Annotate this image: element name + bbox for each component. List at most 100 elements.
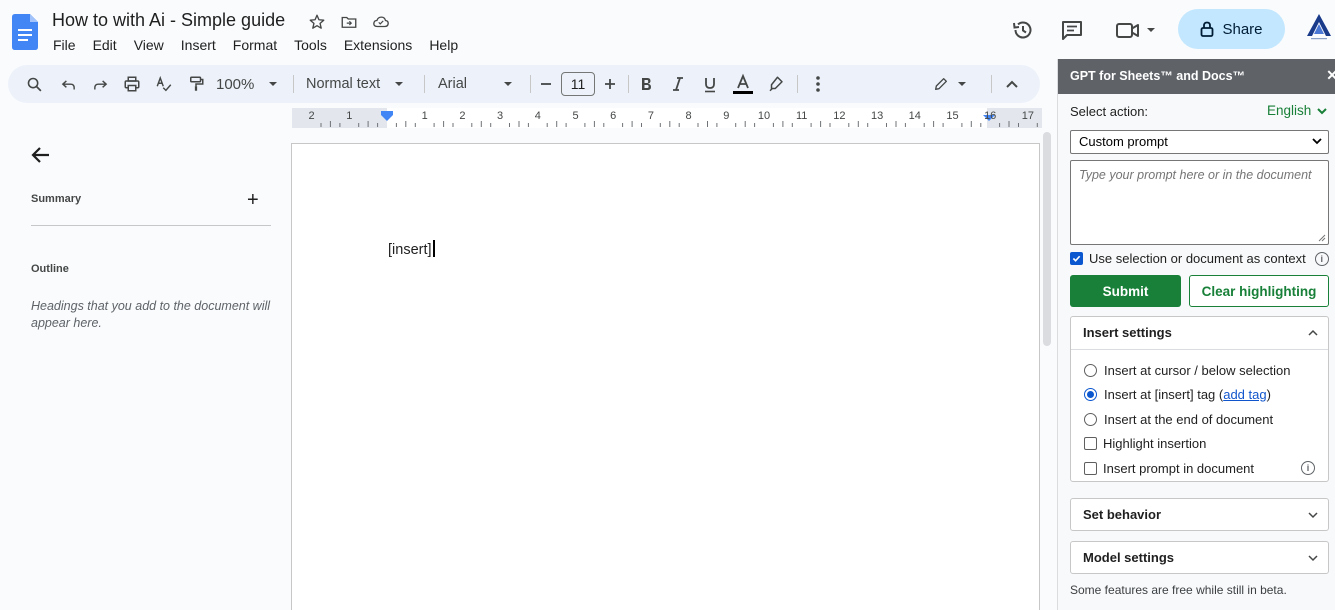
collapse-menus-icon[interactable] bbox=[1002, 65, 1022, 103]
option-highlight-insertion[interactable]: Highlight insertion bbox=[1071, 432, 1328, 457]
sidebar-header: GPT for Sheets™ and Docs™ ✕ bbox=[1058, 59, 1335, 94]
cloud-status-icon[interactable] bbox=[370, 11, 392, 33]
set-behavior-panel[interactable]: Set behavior bbox=[1070, 498, 1329, 531]
ruler-label: 13 bbox=[870, 110, 884, 122]
insert-settings-header[interactable]: Insert settings bbox=[1071, 317, 1328, 349]
formatting-toolbar: 100% Normal text Arial 11 bbox=[8, 65, 1040, 103]
document-canvas: [insert] bbox=[291, 128, 1042, 610]
gpt-addon-sidebar: GPT for Sheets™ and Docs™ ✕ Select actio… bbox=[1057, 59, 1335, 610]
document-page[interactable]: [insert] bbox=[291, 143, 1040, 610]
menu-tools[interactable]: Tools bbox=[294, 37, 327, 53]
submit-button[interactable]: Submit bbox=[1070, 275, 1181, 307]
checkbox[interactable] bbox=[1084, 437, 1097, 451]
title-bar: How to with Ai - Simple guide File Edit … bbox=[0, 0, 1057, 62]
menu-bar: File Edit View Insert Format Tools Exten… bbox=[53, 37, 475, 53]
menu-view[interactable]: View bbox=[134, 37, 164, 53]
sidebar-title: GPT for Sheets™ and Docs™ bbox=[1070, 69, 1246, 83]
model-settings-header[interactable]: Model settings bbox=[1071, 542, 1328, 574]
back-arrow-icon[interactable] bbox=[29, 144, 53, 166]
horizontal-ruler[interactable]: 2 1 1 2 3 4 5 6 7 8 9 10 11 12 13 14 15 16 17 bbox=[292, 108, 1042, 128]
undo-icon[interactable] bbox=[56, 65, 80, 103]
menu-edit[interactable]: Edit bbox=[93, 37, 117, 53]
outline-heading: Outline bbox=[31, 263, 69, 275]
move-folder-icon[interactable] bbox=[338, 11, 360, 33]
ruler-label: 11 bbox=[795, 110, 808, 122]
ruler-label: 9 bbox=[723, 110, 730, 122]
font-family-select[interactable]: Arial bbox=[438, 65, 522, 103]
spellcheck-icon[interactable] bbox=[152, 65, 176, 103]
insert-settings-title: Insert settings bbox=[1083, 325, 1172, 340]
menu-format[interactable]: Format bbox=[233, 37, 277, 53]
close-icon[interactable]: ✕ bbox=[1326, 67, 1335, 84]
print-icon[interactable] bbox=[120, 65, 144, 103]
version-history-icon[interactable] bbox=[1010, 17, 1036, 43]
docs-logo-icon[interactable] bbox=[12, 14, 38, 50]
add-tag-link[interactable]: add tag bbox=[1223, 387, 1266, 402]
comments-icon[interactable] bbox=[1059, 17, 1085, 43]
prompt-textarea[interactable]: Type your prompt here or in the document bbox=[1070, 160, 1329, 245]
resize-grip-icon[interactable] bbox=[1318, 234, 1326, 242]
ruler-label: 8 bbox=[685, 110, 692, 122]
decrease-font-size-icon[interactable] bbox=[536, 65, 556, 103]
radio-button-selected[interactable] bbox=[1084, 388, 1097, 402]
add-summary-plus-icon[interactable]: + bbox=[247, 190, 259, 210]
document-title[interactable]: How to with Ai - Simple guide bbox=[52, 10, 285, 31]
font-size-input[interactable]: 11 bbox=[561, 72, 595, 96]
increase-font-size-icon[interactable] bbox=[600, 65, 620, 103]
ruler-label: 2 bbox=[308, 110, 315, 122]
search-menus-icon[interactable] bbox=[22, 65, 46, 103]
prompt-placeholder: Type your prompt here or in the document bbox=[1079, 168, 1312, 182]
share-label: Share bbox=[1222, 20, 1263, 38]
meet-video-icon[interactable] bbox=[1113, 17, 1159, 43]
clear-highlighting-button[interactable]: Clear highlighting bbox=[1189, 275, 1329, 307]
more-options-icon[interactable] bbox=[808, 65, 828, 103]
ruler-label: 14 bbox=[908, 110, 921, 122]
action-select-value: Custom prompt bbox=[1079, 134, 1168, 149]
set-behavior-header[interactable]: Set behavior bbox=[1071, 499, 1328, 531]
menu-extensions[interactable]: Extensions bbox=[344, 37, 412, 53]
chevron-down-icon bbox=[1308, 555, 1318, 562]
chevron-up-icon bbox=[1308, 329, 1318, 336]
option-insert-prompt[interactable]: Insert prompt in document i bbox=[1071, 456, 1328, 481]
text-color-icon[interactable] bbox=[731, 65, 755, 103]
italic-icon[interactable] bbox=[667, 65, 689, 103]
menu-help[interactable]: Help bbox=[429, 37, 458, 53]
option-insert-at-tag[interactable]: Insert at [insert] tag (add tag) bbox=[1071, 383, 1328, 408]
ruler-label: 17 bbox=[1021, 110, 1035, 122]
lock-icon bbox=[1201, 21, 1214, 37]
redo-icon[interactable] bbox=[88, 65, 112, 103]
menu-insert[interactable]: Insert bbox=[181, 37, 216, 53]
checkbox[interactable] bbox=[1084, 461, 1097, 475]
toolbar-divider bbox=[293, 75, 294, 93]
share-button[interactable]: Share bbox=[1178, 9, 1285, 49]
chevron-down-icon bbox=[958, 82, 966, 86]
info-icon[interactable]: i bbox=[1314, 251, 1329, 266]
highlight-color-icon[interactable] bbox=[764, 65, 788, 103]
info-icon[interactable]: i bbox=[1301, 461, 1315, 475]
context-checkbox-row: Use selection or document as context i bbox=[1070, 251, 1329, 266]
star-icon[interactable] bbox=[306, 11, 328, 33]
chevron-down-icon bbox=[269, 82, 278, 86]
radio-button[interactable] bbox=[1084, 363, 1097, 377]
action-select[interactable]: Custom prompt bbox=[1070, 130, 1329, 154]
insert-tag-text: [insert] bbox=[388, 242, 432, 258]
account-logo-icon[interactable] bbox=[1305, 12, 1333, 42]
underline-icon[interactable] bbox=[699, 65, 721, 103]
paint-format-icon[interactable] bbox=[184, 65, 208, 103]
paragraph-style-select[interactable]: Normal text bbox=[306, 65, 416, 103]
language-select[interactable]: English bbox=[1267, 103, 1327, 118]
context-checkbox[interactable] bbox=[1070, 252, 1083, 265]
bold-icon[interactable] bbox=[635, 65, 657, 103]
document-body-text[interactable]: [insert] bbox=[388, 240, 435, 258]
option-insert-at-cursor[interactable]: Insert at cursor / below selection bbox=[1071, 358, 1328, 383]
editing-mode-select[interactable] bbox=[928, 65, 972, 103]
option-insert-at-end[interactable]: Insert at the end of document bbox=[1071, 407, 1328, 432]
model-settings-panel[interactable]: Model settings bbox=[1070, 541, 1329, 574]
menu-file[interactable]: File bbox=[53, 37, 76, 53]
language-value: English bbox=[1267, 103, 1312, 118]
zoom-select[interactable]: 100% bbox=[216, 65, 284, 103]
radio-button[interactable] bbox=[1084, 412, 1097, 426]
toolbar-divider bbox=[628, 75, 629, 93]
option-label: Insert prompt in document bbox=[1103, 460, 1255, 476]
document-scrollbar[interactable] bbox=[1043, 132, 1051, 346]
